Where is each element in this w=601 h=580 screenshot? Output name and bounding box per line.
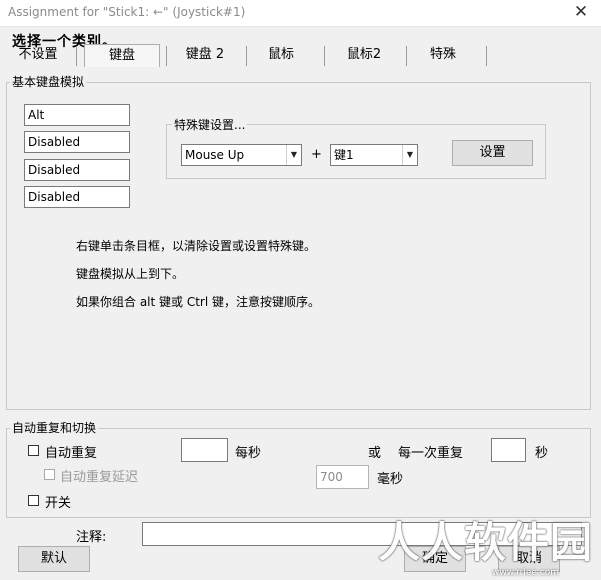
- tab-separator: [76, 46, 77, 66]
- watermark-logo: 人人软件园: [377, 518, 593, 567]
- tab-separator: [166, 46, 167, 66]
- milliseconds-label: 毫秒: [377, 472, 404, 487]
- info-line-1: 右键单击条目框，以清除设置或设置特殊键。: [76, 239, 317, 253]
- repeat-rate-input[interactable]: [181, 438, 228, 462]
- special-key-group-title: 特殊键设置...: [172, 116, 248, 133]
- window-title: Assignment for "Stick1: ←" (Joystick#1): [8, 5, 246, 19]
- seconds-label: 秒: [535, 446, 549, 461]
- info-line-2: 键盘模拟从上到下。: [76, 267, 185, 281]
- toggle-label: 开关: [45, 496, 72, 511]
- tab-mouse[interactable]: 鼠标: [258, 44, 304, 66]
- repeat-interval-input[interactable]: [491, 438, 526, 462]
- toggle-checkbox[interactable]: [28, 495, 39, 506]
- auto-repeat-group-title: 自动重复和切换: [10, 419, 99, 436]
- tab-special[interactable]: 特殊: [418, 44, 468, 66]
- chevron-down-icon[interactable]: ▼: [402, 145, 417, 165]
- basic-keyboard-group-title: 基本键盘模拟: [10, 73, 87, 90]
- tab-keyboard-2[interactable]: 键盘 2: [176, 44, 234, 66]
- title-bar: Assignment for "Stick1: ←" (Joystick#1) …: [0, 0, 601, 27]
- info-line-3: 如果你组合 alt 键或 Ctrl 键，注意按键顺序。: [76, 295, 321, 309]
- repeat-delay-checkbox[interactable]: [44, 469, 55, 480]
- key-slot-3[interactable]: Disabled: [24, 159, 130, 181]
- special-key-combo-2[interactable]: 键1 ▼: [330, 144, 418, 166]
- per-second-label: 每秒: [235, 446, 262, 461]
- tab-separator: [324, 46, 325, 66]
- plus-sign: +: [311, 147, 322, 162]
- auto-repeat-label: 自动重复: [45, 446, 98, 461]
- key-slot-1[interactable]: Alt: [24, 104, 130, 126]
- special-key-combo-1[interactable]: Mouse Up ▼: [181, 144, 302, 166]
- tab-mouse-2[interactable]: 鼠标2: [338, 44, 390, 66]
- key-slot-4[interactable]: Disabled: [24, 186, 130, 208]
- default-button[interactable]: 默认: [18, 546, 90, 572]
- special-key-combo-1-value: Mouse Up: [185, 148, 245, 162]
- tab-separator: [486, 46, 487, 66]
- tab-separator: [246, 46, 247, 66]
- repeat-delay-label: 自动重复延迟: [60, 470, 139, 485]
- tab-keyboard[interactable]: 键盘: [84, 44, 160, 67]
- chevron-down-icon[interactable]: ▼: [286, 145, 301, 165]
- set-button[interactable]: 设置: [452, 140, 533, 166]
- repeat-delay-input[interactable]: [316, 465, 369, 489]
- key-slot-2[interactable]: Disabled: [24, 131, 130, 153]
- special-key-combo-2-value: 键1: [334, 148, 354, 162]
- every-repeat-label: 每一次重复: [398, 446, 464, 461]
- watermark-url: www.rrlee.com: [491, 568, 559, 578]
- close-icon[interactable]: ✕: [561, 0, 601, 26]
- tab-separator: [406, 46, 407, 66]
- or-label: 或: [368, 446, 382, 461]
- tab-none[interactable]: 不设置: [12, 44, 64, 66]
- auto-repeat-checkbox[interactable]: [28, 445, 39, 456]
- note-label: 注释:: [76, 530, 107, 545]
